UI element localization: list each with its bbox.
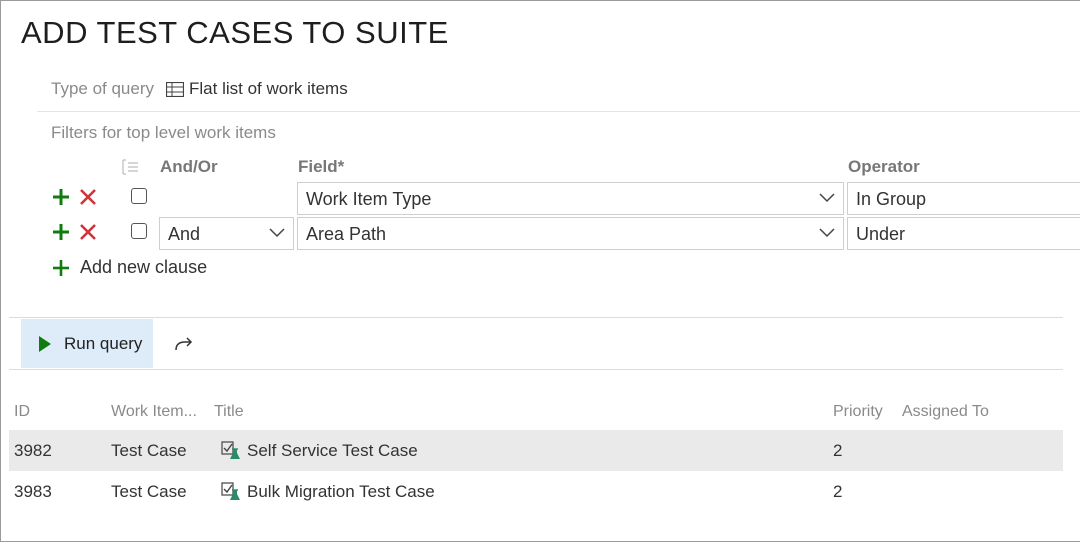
table-row[interactable]: 3982 Test Case Self Service Test Case 2 bbox=[9, 430, 1063, 471]
operator-value: Under bbox=[856, 224, 906, 244]
add-new-clause-link[interactable]: Add new clause bbox=[52, 257, 207, 278]
cell-priority: 2 bbox=[833, 441, 843, 460]
cell-work-item-type: Test Case bbox=[111, 482, 187, 501]
and-or-select[interactable]: And bbox=[159, 217, 294, 250]
table-grid-icon bbox=[166, 81, 185, 97]
remove-clause-icon[interactable] bbox=[79, 223, 97, 241]
divider bbox=[9, 369, 1063, 370]
cell-title: Bulk Migration Test Case bbox=[247, 482, 435, 501]
chevron-down-icon bbox=[269, 228, 285, 238]
query-type-value: Flat list of work items bbox=[189, 79, 348, 98]
group-clauses-icon[interactable] bbox=[120, 158, 140, 176]
column-header-id[interactable]: ID bbox=[14, 403, 30, 421]
run-query-label: Run query bbox=[64, 333, 143, 353]
add-test-cases-dialog: ADD TEST CASES TO SUITE Type of query Fl… bbox=[0, 0, 1080, 542]
clause-row: And Area Path Under bbox=[1, 217, 1080, 251]
dialog-title: ADD TEST CASES TO SUITE bbox=[21, 15, 449, 50]
operator-value: In Group bbox=[856, 189, 927, 209]
column-header-assigned-to[interactable]: Assigned To bbox=[902, 403, 989, 421]
cell-id: 3982 bbox=[14, 441, 52, 460]
divider bbox=[9, 317, 1063, 318]
query-type-selector[interactable]: Flat list of work items bbox=[166, 79, 348, 99]
operator-select[interactable]: In Group bbox=[847, 182, 1080, 215]
share-arrow-icon[interactable] bbox=[173, 333, 195, 355]
cell-priority: 2 bbox=[833, 482, 843, 501]
table-row[interactable]: 3983 Test Case Bulk Migration Test Case … bbox=[9, 471, 1063, 512]
query-type-row: Type of query Flat list of work items bbox=[51, 79, 348, 99]
chevron-down-icon bbox=[819, 228, 835, 238]
operator-header: Operator bbox=[848, 157, 920, 176]
filters-label: Filters for top level work items bbox=[51, 123, 276, 142]
field-value: Area Path bbox=[306, 224, 387, 244]
field-header: Field* bbox=[298, 157, 345, 176]
test-case-icon bbox=[221, 482, 240, 500]
chevron-down-icon bbox=[819, 193, 835, 203]
clause-checkbox[interactable] bbox=[131, 223, 147, 239]
divider bbox=[37, 111, 1080, 112]
add-new-clause-label: Add new clause bbox=[80, 257, 208, 277]
plus-icon bbox=[53, 259, 69, 276]
and-or-value: And bbox=[168, 224, 201, 244]
field-value: Work Item Type bbox=[306, 189, 432, 209]
query-type-label: Type of query bbox=[51, 79, 155, 98]
test-case-icon bbox=[221, 441, 240, 459]
column-header-work-item-type[interactable]: Work Item... bbox=[111, 403, 197, 421]
column-header-title[interactable]: Title bbox=[214, 403, 244, 421]
operator-select[interactable]: Under bbox=[847, 217, 1080, 250]
and-or-header: And/Or bbox=[160, 157, 218, 176]
run-query-button[interactable]: Run query bbox=[21, 319, 153, 368]
cell-title: Self Service Test Case bbox=[247, 441, 418, 460]
column-header-priority[interactable]: Priority bbox=[833, 403, 883, 421]
cell-id: 3983 bbox=[14, 482, 52, 501]
add-clause-icon[interactable] bbox=[52, 223, 70, 241]
clause-checkbox[interactable] bbox=[131, 188, 147, 204]
clause-row: Work Item Type In Group bbox=[1, 182, 1080, 216]
play-icon bbox=[39, 335, 51, 352]
add-clause-icon[interactable] bbox=[52, 188, 70, 206]
field-select[interactable]: Area Path bbox=[297, 217, 844, 250]
remove-clause-icon[interactable] bbox=[79, 188, 97, 206]
cell-work-item-type: Test Case bbox=[111, 441, 187, 460]
field-select[interactable]: Work Item Type bbox=[297, 182, 844, 215]
